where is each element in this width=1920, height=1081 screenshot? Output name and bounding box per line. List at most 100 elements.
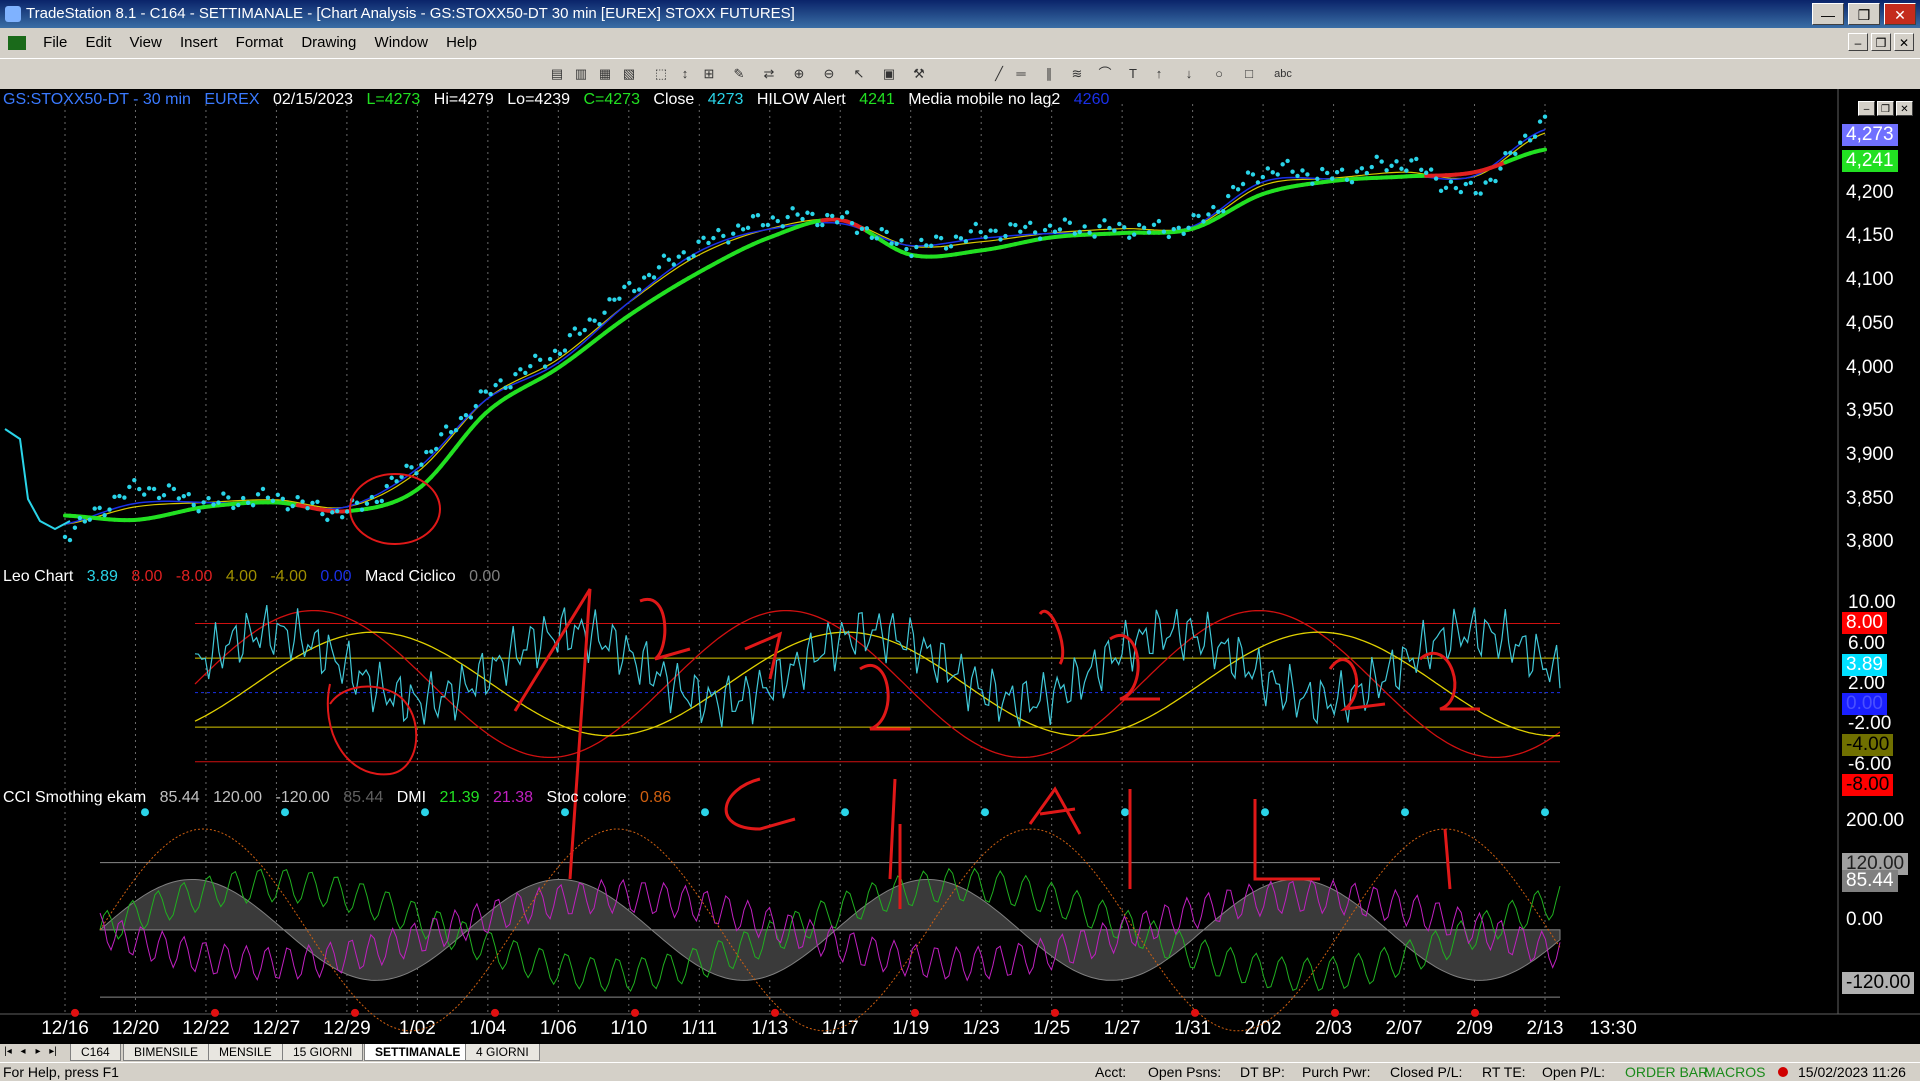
close-price-point [474,404,478,408]
arc-icon[interactable]: ⌒ [1096,65,1114,83]
menu-drawing[interactable]: Drawing [294,29,363,57]
tab-15-giorni[interactable]: 15 GIORNI [282,1044,363,1061]
x-axis-tick-label: 1/02 [399,1018,436,1039]
open-icon[interactable]: ▥ [572,65,590,83]
mdi-restore-button[interactable]: ❒ [1871,33,1891,51]
leo-v5: -4.00 [270,568,306,585]
close-price-point [860,227,864,231]
close-price-point [1266,166,1270,170]
close-price-point [1058,227,1062,231]
line-icon[interactable]: ✎ [730,65,748,83]
close-price-point [107,507,111,511]
new-chart-icon[interactable]: ▤ [548,65,566,83]
print-icon[interactable]: ▧ [620,65,638,83]
close-price-point [1177,226,1181,230]
stoc-bottom-marker [351,1009,359,1017]
arrow-down-icon[interactable]: ↓ [1180,65,1198,83]
scroll-icon[interactable]: ⇄ [760,65,778,83]
menu-file[interactable]: File [36,29,74,57]
x-axis-tick-label: 2/07 [1386,1018,1423,1039]
annotation-mark-1 [515,589,590,879]
text-icon[interactable]: T [1124,65,1142,83]
menu-help[interactable]: Help [439,29,484,57]
bar-icon[interactable]: ↕ [676,65,694,83]
tab-bimensile[interactable]: BIMENSILE [123,1044,209,1061]
maximize-button[interactable]: ❒ [1848,3,1880,25]
ellipse-icon[interactable]: ○ [1210,65,1228,83]
mdi-minimize-button[interactable]: – [1848,33,1868,51]
close-price-point [1533,134,1537,138]
menu-edit[interactable]: Edit [79,29,119,57]
trendline-icon[interactable]: ╱ [990,65,1008,83]
horizontal-line-icon[interactable]: ═ [1012,65,1030,83]
pane-minimize-button[interactable]: – [1858,101,1875,116]
arrow-up-icon[interactable]: ↑ [1150,65,1168,83]
fibonacci-icon[interactable]: ≋ [1068,65,1086,83]
close-price-point [1261,175,1265,179]
mdi-close-button[interactable]: ✕ [1894,33,1914,51]
menu-view[interactable]: View [123,29,169,57]
order-bar-button[interactable]: ORDER BAR [1625,1063,1708,1081]
close-price-point [761,223,765,227]
close-price-point [152,487,156,491]
tab-mensile[interactable]: MENSILE [208,1044,283,1061]
close-price-point [1508,151,1512,155]
close-price-point [1132,232,1136,236]
close-button[interactable]: ✕ [1884,3,1916,25]
close-price-point [716,228,720,232]
close-price-point [1196,214,1200,218]
close-price-point [216,500,220,504]
data-window-icon[interactable]: ▣ [880,65,898,83]
close-price-point [959,236,963,240]
stoc-bottom-marker [491,1009,499,1017]
minimize-button[interactable]: — [1812,3,1844,25]
tab-settimanale[interactable]: SETTIMANALE [364,1044,471,1061]
close-price-point [1538,119,1542,123]
zoom-in-icon[interactable]: ⊕ [790,65,808,83]
leo-tick: -6.00 [1848,754,1891,776]
close-price-point [231,506,235,510]
pane-restore-button[interactable]: ❒ [1877,101,1894,116]
menu-insert[interactable]: Insert [173,29,225,57]
dmi-label: DMI [397,789,426,806]
menu-window[interactable]: Window [368,29,435,57]
close-price-point [271,499,275,503]
save-icon[interactable]: ▦ [596,65,614,83]
stoc-top-marker [141,808,149,816]
rectangle-icon[interactable]: □ [1240,65,1258,83]
menu-format[interactable]: Format [229,29,291,57]
macros-button[interactable]: MACROS [1704,1063,1765,1081]
pane-close-button[interactable]: ✕ [1896,101,1913,116]
zoom-out-icon[interactable]: ⊖ [820,65,838,83]
chart-type-icon[interactable]: ⬚ [652,65,670,83]
tools-icon[interactable]: ⚒ [910,65,928,83]
tab-4-giorni[interactable]: 4 GIORNI [465,1044,540,1061]
close-price-point [726,240,730,244]
close-price-point [1167,235,1171,239]
channel-icon[interactable]: ∥ [1040,65,1058,83]
close-price-point [409,465,413,469]
x-axis-tick-label: 2/02 [1245,1018,1282,1039]
next-tab-icon[interactable]: ▸ [32,1045,44,1058]
close-price-point [187,492,191,496]
close-price-point [1241,182,1245,186]
first-tab-icon[interactable]: |◂ [2,1045,14,1058]
close-price-point [746,226,750,230]
abc-text-icon[interactable]: abc [1270,65,1296,83]
close-price-point [904,247,908,251]
pointer-icon[interactable]: ↖ [850,65,868,83]
stoc-bottom-marker [911,1009,919,1017]
close-price-point [1068,221,1072,225]
last-tab-icon[interactable]: ▸| [47,1045,59,1058]
stoc-top-marker [701,808,709,816]
chart-area[interactable]: 12/1612/2012/2212/2712/291/021/041/061/1… [0,89,1920,1044]
close-price-point [731,232,735,236]
prev-tab-icon[interactable]: ◂ [17,1045,29,1058]
close-price-point [1409,158,1413,162]
close-price-point [657,265,661,269]
close-price-point [815,223,819,227]
tab-c164[interactable]: C164 [70,1044,121,1061]
candle-icon[interactable]: ⊞ [700,65,718,83]
close-price-point [459,416,463,420]
chart-window-icon[interactable] [8,36,26,50]
